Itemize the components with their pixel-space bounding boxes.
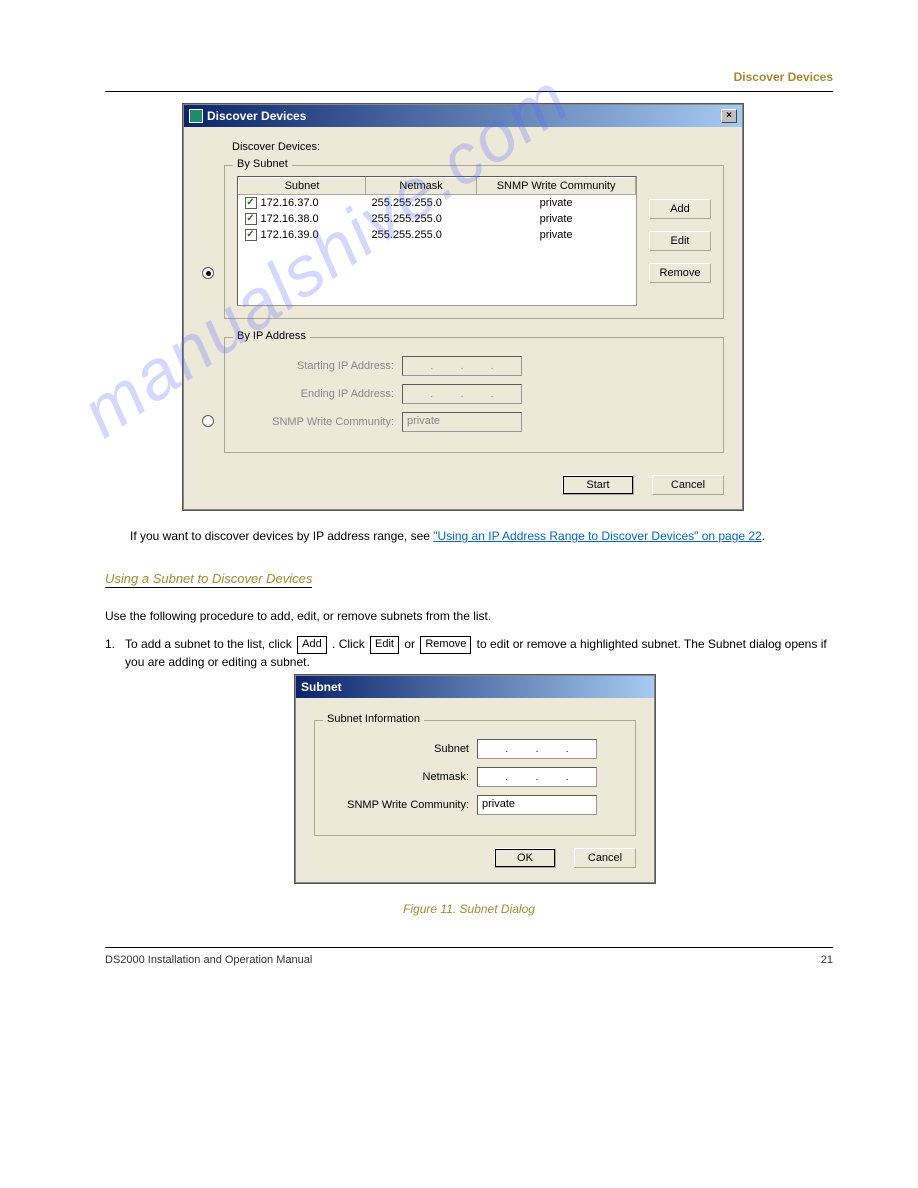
cancel-button[interactable]: Cancel [574, 848, 636, 868]
close-icon[interactable]: × [721, 109, 737, 123]
snmp-label: SNMP Write Community: [237, 416, 402, 428]
snmp-input: private [402, 412, 522, 432]
header-right: Discover Devices [734, 70, 833, 84]
titlebar: Discover Devices × [184, 105, 742, 127]
add-button[interactable]: Add [649, 199, 711, 219]
subnet-info-legend: Subnet Information [323, 713, 424, 725]
titlebar: Subnet [296, 676, 654, 698]
col-subnet[interactable]: Subnet [239, 178, 366, 195]
cross-reference-link[interactable]: "Using an IP Address Range to Discover D… [433, 529, 761, 543]
footer-right: 21 [821, 954, 833, 966]
subnet-input[interactable]: ... [477, 739, 597, 759]
radio-by-ip[interactable] [202, 415, 214, 427]
button-ref: Add [297, 636, 327, 654]
paragraph: Use the following procedure to add, edit… [105, 608, 833, 625]
table-row[interactable]: 172.16.38.0 255.255.255.0 private [239, 211, 636, 227]
cancel-button[interactable]: Cancel [652, 475, 724, 495]
subnet-label: Subnet [327, 743, 477, 755]
snmp-community-label: SNMP Write Community: [327, 799, 477, 811]
checkbox-icon[interactable] [245, 229, 257, 241]
checkbox-icon[interactable] [245, 213, 257, 225]
start-ip-input: ... [402, 356, 522, 376]
dialog-title: Discover Devices [207, 109, 306, 123]
edit-button[interactable]: Edit [649, 231, 711, 251]
snmp-community-input[interactable]: private [477, 795, 597, 815]
app-icon [189, 109, 203, 123]
button-ref: Remove [420, 636, 471, 654]
dialog-title: Subnet [301, 680, 342, 694]
start-button[interactable]: Start [562, 475, 634, 495]
end-ip-label: Ending IP Address: [237, 388, 402, 400]
netmask-input[interactable]: ... [477, 767, 597, 787]
end-ip-input: ... [402, 384, 522, 404]
by-ip-legend: By IP Address [233, 330, 310, 342]
netmask-label: Netmask: [327, 771, 477, 783]
table-row[interactable]: 172.16.39.0 255.255.255.0 private [239, 227, 636, 243]
step-item: 1. To add a subnet to the list, click Ad… [105, 636, 833, 671]
checkbox-icon[interactable] [245, 197, 257, 209]
radio-by-subnet[interactable] [202, 267, 214, 279]
col-snmp[interactable]: SNMP Write Community [477, 178, 636, 195]
start-ip-label: Starting IP Address: [237, 360, 402, 372]
by-subnet-legend: By Subnet [233, 158, 292, 170]
button-ref: Edit [370, 636, 399, 654]
section-heading: Using a Subnet to Discover Devices [105, 571, 312, 588]
subnet-table[interactable]: Subnet Netmask SNMP Write Community 172.… [237, 176, 637, 306]
remove-button[interactable]: Remove [649, 263, 711, 283]
discover-devices-dialog: Discover Devices × Discover Devices: By … [183, 104, 743, 510]
page-header: Discover Devices [105, 70, 833, 92]
page-footer: DS2000 Installation and Operation Manual… [105, 947, 833, 966]
paragraph: If you want to discover devices by IP ad… [130, 528, 833, 545]
figure-caption: Figure 11. Subnet Dialog [105, 901, 833, 918]
dialog-heading: Discover Devices: [232, 141, 724, 153]
col-netmask[interactable]: Netmask [366, 178, 477, 195]
table-row[interactable]: 172.16.37.0 255.255.255.0 private [239, 195, 636, 212]
subnet-dialog: Subnet Subnet Information Subnet ... Net… [295, 675, 655, 883]
footer-left: DS2000 Installation and Operation Manual [105, 954, 312, 966]
ok-button[interactable]: OK [494, 848, 556, 868]
